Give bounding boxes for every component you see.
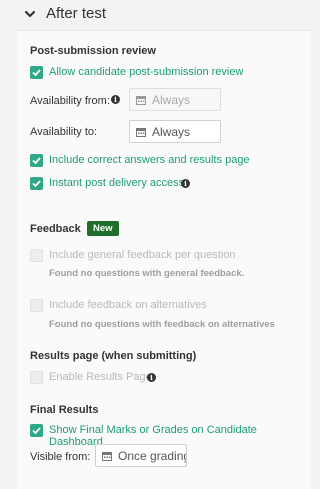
visible-from-label: Visible from: — [30, 451, 91, 463]
calendar-icon — [136, 96, 146, 105]
show-final-marks-checkbox[interactable] — [30, 424, 43, 437]
info-icon[interactable]: i — [111, 95, 120, 104]
enable-results-checkbox[interactable] — [30, 371, 43, 384]
new-badge: New — [87, 221, 119, 236]
enable-results-label: Enable Results Page — [49, 371, 152, 383]
chevron-down-icon[interactable] — [24, 8, 36, 20]
availability-from-label: Availability from: — [30, 95, 110, 107]
check-icon — [32, 157, 41, 165]
include-correct-label[interactable]: Include correct answers and results page — [49, 154, 250, 166]
results-page-heading: Results page (when submitting) — [30, 350, 197, 362]
availability-from-value: Always — [152, 93, 191, 107]
general-feedback-note: Found no questions with general feedback… — [49, 268, 245, 279]
after-test-panel: Post-submission review Allow candidate p… — [17, 30, 311, 489]
allow-review-label[interactable]: Allow candidate post-submission review — [49, 66, 243, 78]
visible-from-value: Once grading — [118, 449, 187, 463]
availability-to-label: Availability to: — [30, 126, 98, 138]
final-results-heading: Final Results — [30, 404, 99, 416]
availability-to-input[interactable]: Always — [129, 120, 221, 143]
section-title: After test — [46, 5, 107, 22]
check-icon — [32, 180, 41, 188]
check-icon — [32, 427, 41, 435]
include-correct-checkbox[interactable] — [30, 154, 43, 167]
feedback-heading: Feedback — [30, 223, 81, 235]
after-test-header[interactable]: After test — [0, 0, 311, 30]
instant-access-label[interactable]: Instant post delivery access — [49, 177, 184, 189]
alternatives-feedback-label: Include feedback on alternatives — [49, 299, 207, 311]
visible-from-input[interactable]: Once grading — [95, 444, 187, 467]
info-icon[interactable]: i — [147, 373, 156, 382]
check-icon — [32, 69, 41, 77]
alternatives-feedback-checkbox[interactable] — [30, 299, 43, 312]
calendar-icon — [136, 128, 146, 137]
post-submission-heading: Post-submission review — [30, 45, 156, 57]
availability-to-value: Always — [152, 125, 191, 139]
instant-access-checkbox[interactable] — [30, 177, 43, 190]
allow-review-checkbox[interactable] — [30, 66, 43, 79]
info-icon[interactable]: i — [181, 179, 190, 188]
general-feedback-label: Include general feedback per question — [49, 249, 236, 261]
calendar-icon — [102, 452, 112, 461]
availability-from-input[interactable]: Always — [129, 88, 221, 111]
alternatives-feedback-note: Found no questions with feedback on alte… — [49, 319, 275, 330]
general-feedback-checkbox[interactable] — [30, 249, 43, 262]
